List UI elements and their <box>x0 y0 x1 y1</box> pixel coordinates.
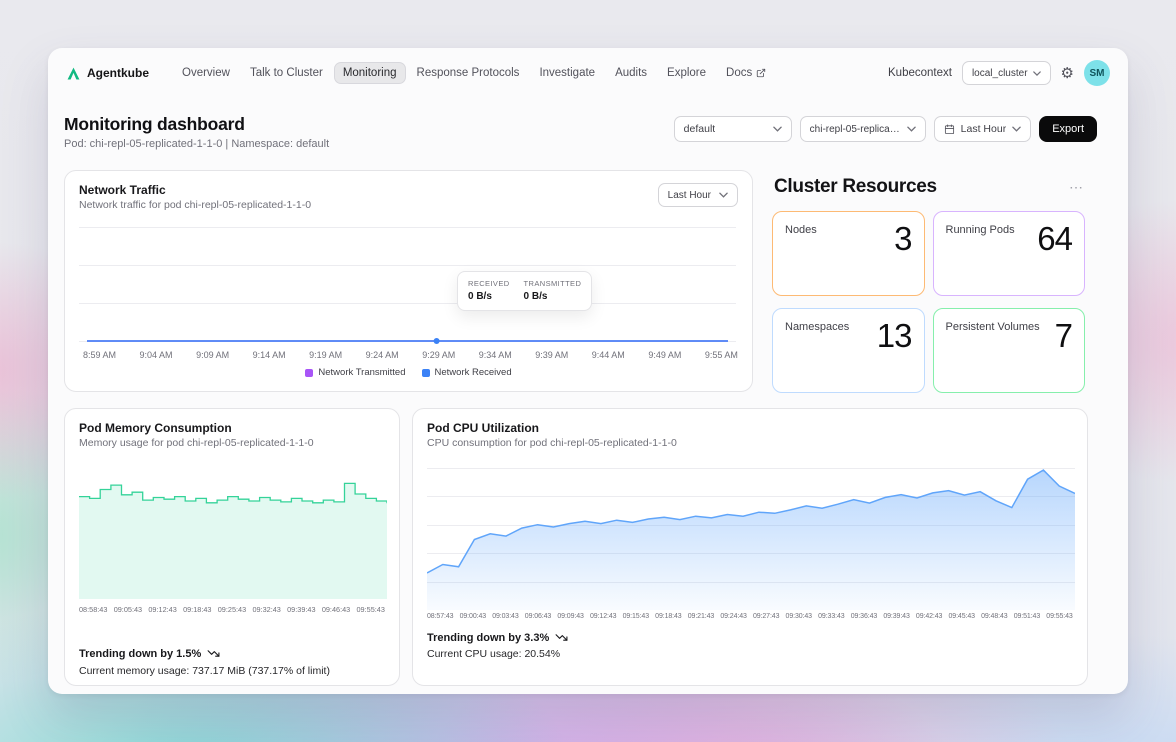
page-header-titles: Monitoring dashboard Pod: chi-repl-05-re… <box>64 114 329 150</box>
legend-network-transmitted[interactable]: Network Transmitted <box>305 367 406 378</box>
legend-label-transmitted: Network Transmitted <box>318 367 406 378</box>
chart-tooltip: RECEIVED 0 B/s TRANSMITTED 0 B/s <box>457 271 593 311</box>
nav-item-audits[interactable]: Audits <box>606 62 656 84</box>
legend-label-received: Network Received <box>434 367 512 378</box>
resource-value-running-pods: 64 <box>1037 220 1073 257</box>
namespace-select-value: default <box>683 123 716 135</box>
trending-down-icon <box>555 631 568 644</box>
network-chart <box>79 227 736 344</box>
top-navbar: Agentkube Overview Talk to Cluster Monit… <box>48 48 1128 98</box>
settings-gear-icon[interactable]: ⚙ <box>1061 66 1074 81</box>
calendar-icon <box>944 124 955 135</box>
time-range-select[interactable]: Last Hour <box>933 116 1032 142</box>
page-header: Monitoring dashboard Pod: chi-repl-05-re… <box>48 98 1128 150</box>
resource-card-persistent-volumes[interactable]: Persistent Volumes 7 <box>932 308 1085 393</box>
nav-item-explore[interactable]: Explore <box>658 62 715 84</box>
agentkube-logo-icon <box>66 66 81 81</box>
resource-label-nodes: Nodes <box>785 224 817 236</box>
tooltip-received-label: RECEIVED <box>468 279 510 288</box>
external-link-icon <box>756 68 766 78</box>
network-card-title: Network Traffic <box>79 183 166 197</box>
trending-down-icon <box>207 647 220 660</box>
legend-dot-received <box>421 368 430 377</box>
brand-name: Agentkube <box>87 66 150 80</box>
cpu-trend-text: Trending down by 3.3% <box>427 631 550 644</box>
cluster-context-select[interactable]: local_cluster <box>961 61 1051 85</box>
tooltip-received: RECEIVED 0 B/s <box>468 279 510 302</box>
resource-value-namespaces: 13 <box>876 317 913 354</box>
resource-card-nodes[interactable]: Nodes 3 <box>772 211 925 296</box>
resource-label-running-pods: Running Pods <box>945 224 1015 236</box>
cpu-card-subtitle: CPU consumption for pod chi-repl-05-repl… <box>427 437 677 449</box>
pod-memory-card: Pod Memory Consumption Memory usage for … <box>64 408 400 686</box>
network-time-value: Last Hour <box>667 189 711 201</box>
nav-item-response-protocols[interactable]: Response Protocols <box>408 62 529 84</box>
cluster-resources-grid: Nodes 3 Running Pods 64 Namespaces 13 Pe… <box>772 211 1085 393</box>
cpu-card-title: Pod CPU Utilization <box>427 421 539 435</box>
network-xticks: 8:59 AM 9:04 AM 9:09 AM 9:14 AM 9:19 AM 9:24 … <box>83 350 738 360</box>
chevron-down-icon <box>719 192 728 198</box>
export-button[interactable]: Export <box>1039 116 1097 142</box>
brand[interactable]: Agentkube <box>66 66 149 81</box>
resource-card-namespaces[interactable]: Namespaces 13 <box>772 308 925 393</box>
chevron-down-icon <box>1012 126 1021 132</box>
time-range-value: Last Hour <box>960 123 1007 135</box>
nav-item-investigate[interactable]: Investigate <box>530 62 604 84</box>
pod-select[interactable]: chi-repl-05-replicated-1 <box>799 116 926 142</box>
nav-item-talk-to-cluster[interactable]: Talk to Cluster <box>241 62 332 84</box>
memory-card-subtitle: Memory usage for pod chi-repl-05-replica… <box>79 437 314 449</box>
cluster-resources-menu-icon[interactable]: ⋯ <box>1069 180 1083 194</box>
user-avatar[interactable]: SM <box>1084 60 1110 86</box>
tooltip-transmitted-label: TRANSMITTED <box>523 279 582 288</box>
resource-card-running-pods[interactable]: Running Pods 64 <box>932 211 1085 296</box>
memory-trend-text: Trending down by 1.5% <box>79 647 202 660</box>
network-time-select[interactable]: Last Hour <box>657 183 738 207</box>
tooltip-transmitted: TRANSMITTED 0 B/s <box>524 279 582 302</box>
cluster-resources-title: Cluster Resources <box>774 176 937 197</box>
kubecontext-label: Kubecontext <box>888 67 952 79</box>
resource-label-namespaces: Namespaces <box>785 321 850 333</box>
resource-label-persistent-volumes: Persistent Volumes <box>945 321 1040 333</box>
cpu-chart <box>427 468 1075 610</box>
resource-value-nodes: 3 <box>894 220 912 257</box>
cpu-usage-text: Current CPU usage: 20.54% <box>427 648 561 660</box>
chevron-down-icon <box>772 126 782 132</box>
tooltip-received-value: 0 B/s <box>468 291 492 302</box>
memory-usage-text: Current memory usage: 737.17 MiB (737.17… <box>79 665 330 677</box>
legend-dot-transmitted <box>305 368 314 377</box>
cluster-resources-head: Cluster Resources ⋯ <box>772 176 1085 198</box>
nav-item-monitoring[interactable]: Monitoring <box>333 62 406 84</box>
namespace-select[interactable]: default <box>673 116 792 142</box>
resource-value-persistent-volumes: 7 <box>1054 317 1073 354</box>
nav-item-docs-label: Docs <box>726 67 753 79</box>
memory-xticks: 08:58:43 09:05:43 09:12:43 09:18:43 09:25:43… <box>79 605 385 614</box>
pod-cpu-card: Pod CPU Utilization CPU consumption for … <box>412 408 1088 686</box>
page-title: Monitoring dashboard <box>64 114 245 134</box>
tooltip-transmitted-value: 0 B/s <box>523 291 548 302</box>
chevron-down-icon <box>1032 70 1041 76</box>
nav-item-overview[interactable]: Overview <box>173 62 239 84</box>
chevron-down-icon <box>906 126 916 132</box>
cpu-trend: Trending down by 3.3% <box>427 631 568 644</box>
cluster-resources-panel: Cluster Resources ⋯ Nodes 3 Running Pods… <box>772 176 1085 393</box>
page-subtitle: Pod: chi-repl-05-replicated-1-1-0 | Name… <box>64 138 330 150</box>
pod-select-value: chi-repl-05-replicated-1 <box>809 123 901 135</box>
header-controls: default chi-repl-05-replicated-1 Last Ho… <box>673 116 1097 142</box>
memory-trend: Trending down by 1.5% <box>79 647 220 660</box>
legend-network-received[interactable]: Network Received <box>421 367 512 378</box>
network-legend: Network Transmitted Network Received <box>65 367 752 378</box>
network-card-head: Network Traffic Network traffic for pod … <box>79 183 738 211</box>
network-card-titles: Network Traffic Network traffic for pod … <box>79 183 311 211</box>
navbar-right: Kubecontext local_cluster ⚙ SM <box>888 60 1110 86</box>
network-card-subtitle: Network traffic for pod chi-repl-05-repl… <box>79 199 312 211</box>
memory-card-title: Pod Memory Consumption <box>79 421 232 435</box>
network-traffic-card: Network Traffic Network traffic for pod … <box>64 170 753 392</box>
main-nav: Overview Talk to Cluster Monitoring Resp… <box>173 62 775 84</box>
cluster-context-value: local_cluster <box>971 67 1028 79</box>
nav-item-docs[interactable]: Docs <box>717 62 775 84</box>
memory-chart <box>79 482 387 599</box>
app-window: Agentkube Overview Talk to Cluster Monit… <box>48 48 1128 694</box>
cpu-xticks: 08:57:43 09:00:43 09:03:43 09:06:43 09:09:43… <box>427 613 1073 620</box>
